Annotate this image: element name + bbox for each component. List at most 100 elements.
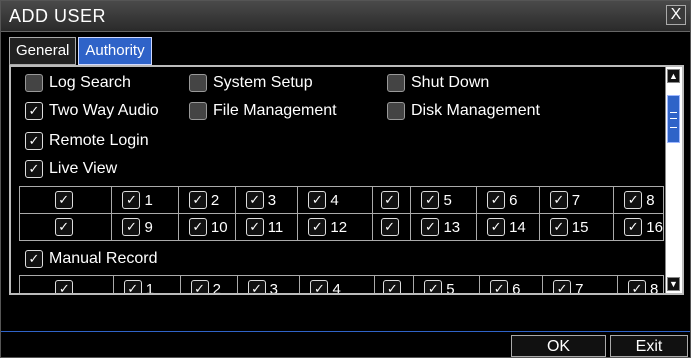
- add-user-dialog: ADD USER X General Authority ✓ Log Searc…: [0, 0, 691, 358]
- channel-cell[interactable]: ✓ 11: [234, 213, 299, 241]
- channel-checkbox[interactable]: ✓: [490, 280, 509, 293]
- channel-checkbox[interactable]: ✓: [245, 191, 264, 209]
- channel-checkbox[interactable]: ✓: [122, 191, 141, 209]
- channel-checkbox[interactable]: ✓: [627, 280, 646, 293]
- channel-checkbox[interactable]: ✓: [188, 218, 207, 236]
- live-view-label: Live View: [49, 160, 118, 177]
- scrollbar-thumb[interactable]: [667, 95, 680, 143]
- channel-cell[interactable]: ✓ 5: [410, 186, 478, 214]
- tab-authority[interactable]: Authority: [78, 37, 152, 65]
- channel-checkbox[interactable]: ✓: [549, 218, 568, 236]
- channel-cell[interactable]: ✓ 1: [111, 186, 179, 214]
- channel-cell[interactable]: ✓ 8: [613, 186, 664, 214]
- live-view-all-cell[interactable]: ✓: [18, 186, 113, 214]
- tab-general[interactable]: General: [9, 37, 77, 65]
- channel-checkbox[interactable]: ✓: [549, 191, 568, 209]
- disk-management-option[interactable]: ✓ Disk Management: [387, 99, 540, 123]
- channel-checkbox[interactable]: ✓: [424, 280, 443, 293]
- file-management-label: File Management: [213, 102, 337, 119]
- scroll-up-arrow-icon[interactable]: ▲: [667, 69, 680, 83]
- channel-checkbox[interactable]: ✓: [553, 280, 572, 293]
- channel-cell[interactable]: ✓ 3: [234, 186, 299, 214]
- channel-cell[interactable]: ✓ 2: [177, 186, 236, 214]
- file-management-checkbox[interactable]: ✓: [189, 102, 207, 120]
- manual-record-label: Manual Record: [49, 250, 158, 267]
- channel-row: ✓ ✓ 1 ✓ 2 ✓ 3 ✓ 4 ✓ ✓ 5 ✓ 6 ✓ 7 ✓ 8: [18, 186, 664, 214]
- channel-cell[interactable]: ✓ 7: [542, 275, 618, 295]
- live-view-all-checkbox[interactable]: ✓: [54, 218, 73, 236]
- channel-checkbox[interactable]: ✓: [487, 218, 506, 236]
- channel-checkbox[interactable]: ✓: [421, 191, 440, 209]
- live-view-all-checkbox[interactable]: ✓: [54, 191, 73, 209]
- channel-label: 7: [575, 280, 584, 295]
- ok-button[interactable]: OK: [511, 335, 606, 357]
- shut-down-option[interactable]: ✓ Shut Down: [387, 71, 489, 95]
- channel-checkbox[interactable]: ✓: [245, 218, 264, 236]
- channel-checkbox[interactable]: ✓: [123, 280, 142, 293]
- channel-cell[interactable]: ✓ 2: [179, 275, 238, 293]
- channel-cell[interactable]: ✓ 6: [479, 275, 544, 293]
- channel-cell[interactable]: ✓ 12: [297, 213, 373, 241]
- live-view-channel-grid: ✓ ✓ 1 ✓ 2 ✓ 3 ✓ 4 ✓ ✓ 5 ✓ 6 ✓ 7 ✓ 8 ✓ ✓ 9 ✓ 10 ✓ 11…: [18, 186, 664, 241]
- group-all-cell[interactable]: ✓: [371, 213, 412, 241]
- manual-record-checkbox[interactable]: ✓: [25, 250, 43, 268]
- system-setup-checkbox[interactable]: ✓: [189, 74, 207, 92]
- channel-cell[interactable]: ✓ 1: [112, 275, 181, 293]
- two-way-audio-checkbox[interactable]: ✓: [25, 102, 43, 120]
- shut-down-label: Shut Down: [411, 74, 490, 91]
- system-setup-option[interactable]: ✓ System Setup: [189, 71, 313, 95]
- channel-checkbox[interactable]: ✓: [624, 218, 643, 236]
- channel-checkbox[interactable]: ✓: [122, 218, 141, 236]
- channel-cell[interactable]: ✓ 5: [413, 275, 481, 293]
- manual-record-all-cell[interactable]: ✓: [19, 275, 114, 293]
- channel-checkbox[interactable]: ✓: [310, 280, 329, 293]
- two-way-audio-option[interactable]: ✓ Two Way Audio: [25, 99, 159, 123]
- log-search-checkbox[interactable]: ✓: [25, 74, 43, 92]
- channel-cell[interactable]: ✓ 4: [297, 186, 373, 214]
- channel-checkbox[interactable]: ✓: [624, 191, 643, 209]
- channel-label: 11: [267, 218, 284, 236]
- exit-button[interactable]: Exit: [610, 335, 688, 357]
- remote-login-checkbox[interactable]: ✓: [25, 132, 43, 150]
- shut-down-checkbox[interactable]: ✓: [387, 74, 405, 92]
- live-view-all-cell[interactable]: ✓: [18, 213, 113, 241]
- channel-checkbox[interactable]: ✓: [421, 218, 440, 236]
- channel-checkbox[interactable]: ✓: [190, 280, 209, 293]
- channel-cell[interactable]: ✓ 14: [476, 213, 540, 241]
- channel-checkbox[interactable]: ✓: [188, 191, 207, 209]
- channel-label: 10: [210, 218, 228, 236]
- scroll-down-arrow-icon[interactable]: ▼: [667, 277, 680, 291]
- channel-cell[interactable]: ✓ 8: [616, 275, 665, 293]
- group-all-checkbox[interactable]: ✓: [383, 280, 402, 293]
- manual-record-all-checkbox[interactable]: ✓: [55, 280, 74, 293]
- log-search-option[interactable]: ✓ Log Search: [25, 71, 131, 95]
- group-all-checkbox[interactable]: ✓: [380, 218, 399, 236]
- vertical-scrollbar[interactable]: ▲ ▼: [665, 67, 682, 293]
- channel-checkbox[interactable]: ✓: [487, 191, 506, 209]
- live-view-checkbox[interactable]: ✓: [25, 160, 43, 178]
- group-all-checkbox[interactable]: ✓: [380, 191, 399, 209]
- channel-cell[interactable]: ✓ 10: [177, 213, 236, 241]
- close-button[interactable]: X: [666, 5, 686, 25]
- remote-login-label: Remote Login: [49, 132, 149, 149]
- group-all-cell[interactable]: ✓: [371, 186, 412, 214]
- channel-cell[interactable]: ✓ 7: [538, 186, 615, 214]
- channel-cell[interactable]: ✓ 15: [538, 213, 615, 241]
- channel-cell[interactable]: ✓ 3: [236, 275, 301, 293]
- group-all-cell[interactable]: ✓: [374, 275, 415, 293]
- live-view-option[interactable]: ✓ Live View: [25, 157, 117, 181]
- two-way-audio-label: Two Way Audio: [49, 102, 159, 119]
- channel-cell[interactable]: ✓ 13: [410, 213, 478, 241]
- remote-login-option[interactable]: ✓ Remote Login: [25, 129, 149, 153]
- channel-cell[interactable]: ✓ 4: [299, 275, 376, 293]
- channel-label: 15: [571, 218, 589, 236]
- channel-checkbox[interactable]: ✓: [308, 191, 327, 209]
- channel-cell[interactable]: ✓ 16: [613, 213, 664, 241]
- channel-cell[interactable]: ✓ 6: [476, 186, 540, 214]
- file-management-option[interactable]: ✓ File Management: [189, 99, 337, 123]
- disk-management-checkbox[interactable]: ✓: [387, 102, 405, 120]
- manual-record-option[interactable]: ✓ Manual Record: [25, 247, 158, 271]
- channel-checkbox[interactable]: ✓: [247, 280, 266, 293]
- channel-checkbox[interactable]: ✓: [308, 218, 327, 236]
- channel-cell[interactable]: ✓ 9: [111, 213, 179, 241]
